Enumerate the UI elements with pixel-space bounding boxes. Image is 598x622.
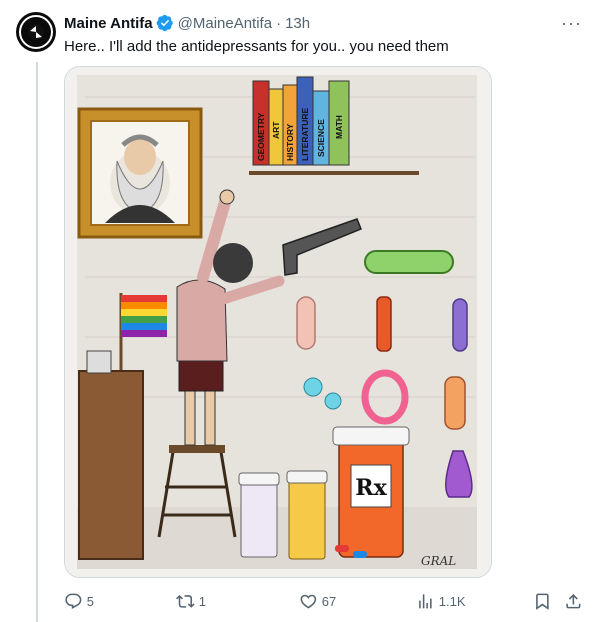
bookmark-icon: [536, 593, 549, 610]
post-text: Here.. I'll add the antidepressants for …: [64, 38, 449, 55]
artist-signature: GRAL: [421, 554, 456, 568]
rx-label: Rx: [355, 475, 387, 501]
retweet-count: 1: [198, 593, 206, 609]
reply-icon: [65, 593, 82, 609]
separator-dot: ·: [276, 14, 282, 32]
like-count: 67: [321, 593, 337, 609]
view-count: 1.1K: [438, 593, 466, 609]
like-icon: [300, 594, 317, 609]
book-spine-math: MATH: [334, 115, 344, 139]
antifa-logo-icon: [28, 24, 44, 40]
book-spine-science: SCIENCE: [316, 119, 326, 157]
book-spine-geometry: GEOMETRY: [256, 112, 266, 161]
share-button[interactable]: [564, 592, 583, 611]
retweet-icon: [176, 594, 195, 608]
post-actions: 5 1 67 1.1K: [64, 588, 582, 614]
book-stack: GEOMETRY ART HISTORY LITERATURE SCIENCE …: [252, 76, 350, 166]
avatar[interactable]: [16, 12, 56, 52]
like-button[interactable]: 67: [299, 592, 336, 611]
author-name[interactable]: Maine Antifa: [64, 15, 153, 32]
retweet-button[interactable]: 1: [176, 592, 206, 611]
post-timestamp[interactable]: 13h: [285, 15, 310, 32]
reply-button[interactable]: 5: [64, 592, 94, 611]
views-icon: [419, 593, 432, 609]
author-handle[interactable]: @MaineAntifa: [178, 15, 272, 32]
views-button[interactable]: 1.1K: [416, 592, 466, 611]
share-icon: [566, 593, 581, 609]
bookmark-button[interactable]: [533, 592, 552, 611]
post-header: Maine Antifa @MaineAntifa · 13h ···: [64, 12, 582, 34]
more-options-icon[interactable]: ···: [561, 14, 582, 32]
thread-line: [36, 62, 38, 622]
dresser: [78, 350, 144, 560]
book-spine-literature: LITERATURE: [300, 107, 310, 161]
book-spine-history: HISTORY: [285, 123, 295, 161]
book-spine-art: ART: [271, 121, 281, 139]
verified-badge-icon[interactable]: [156, 14, 174, 32]
portrait-frame: [77, 107, 203, 239]
reply-count: 5: [86, 593, 94, 609]
shelf: [249, 171, 419, 175]
post-image[interactable]: GEOMETRY ART HISTORY LITERATURE SCIENCE …: [64, 66, 492, 578]
